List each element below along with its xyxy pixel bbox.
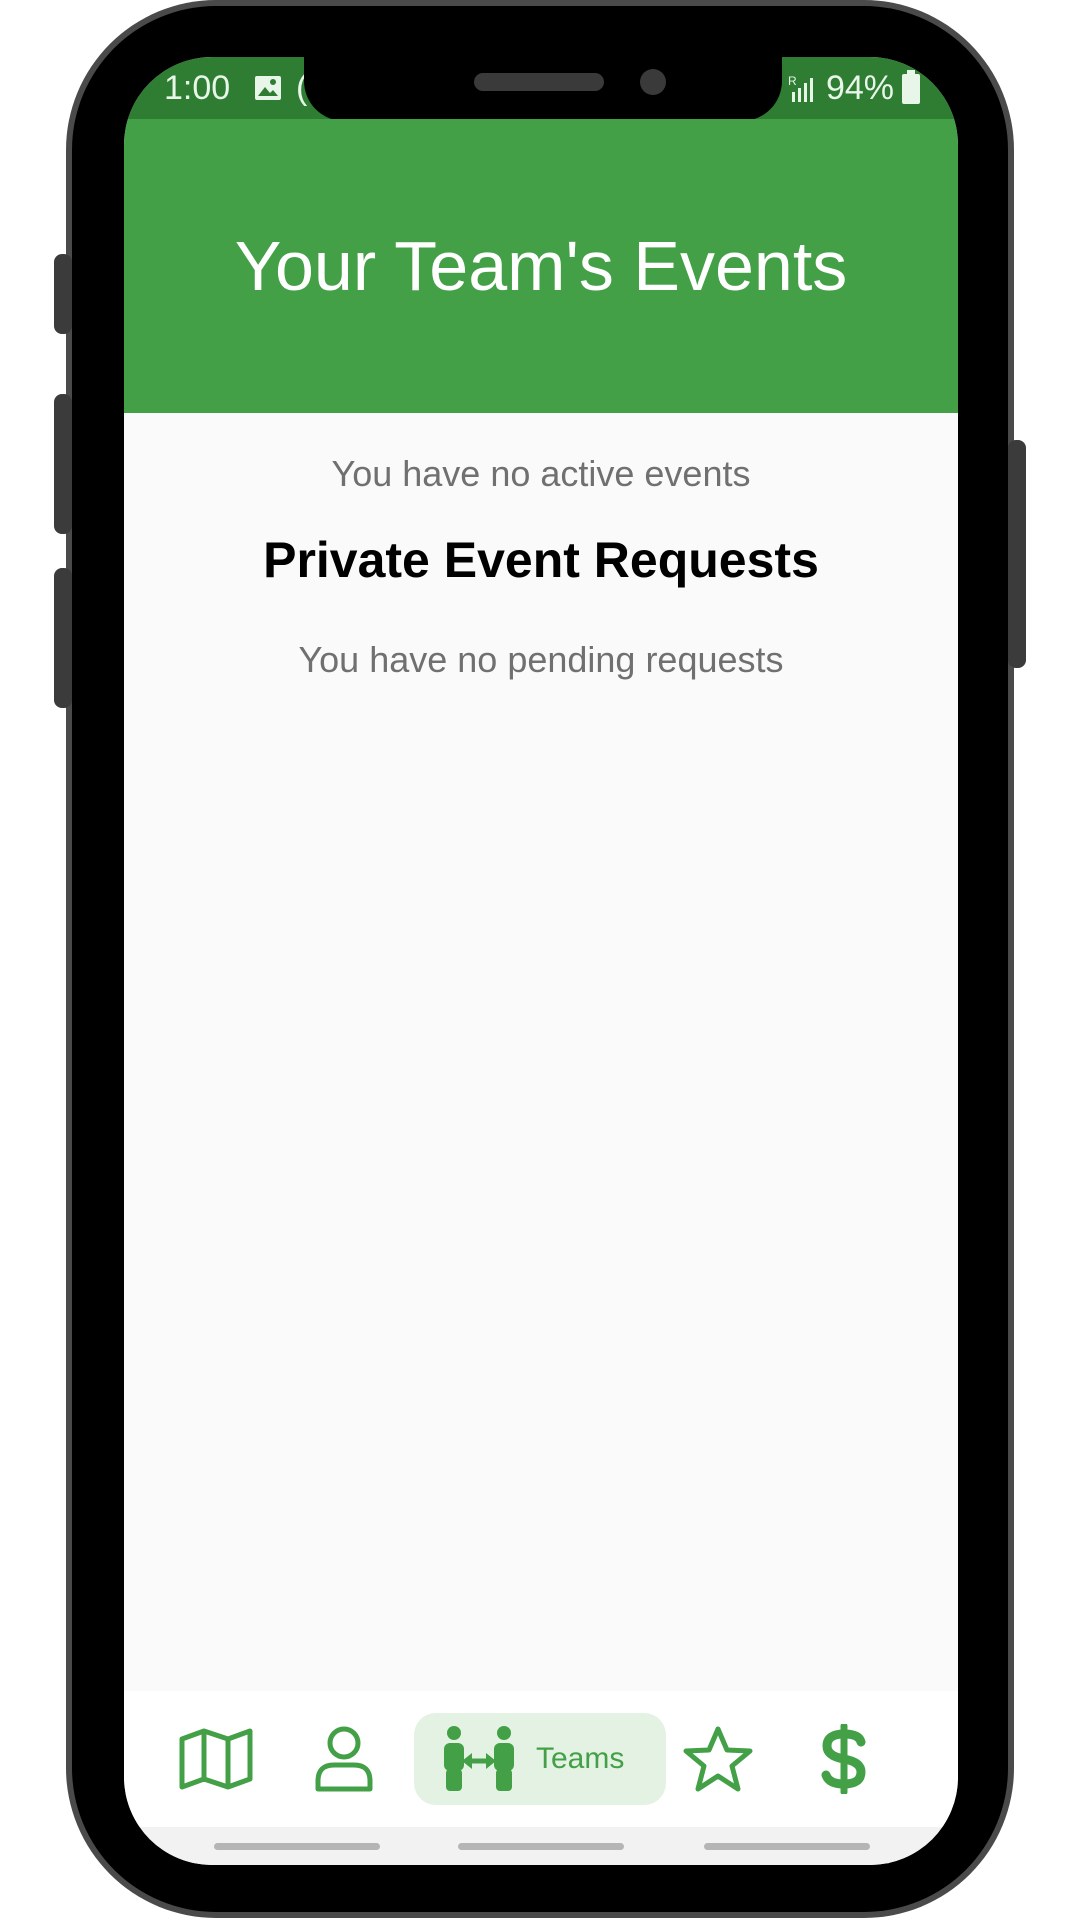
system-gesture-bar [124, 1827, 958, 1865]
teams-label: Teams [536, 1742, 625, 1775]
no-active-events-text: You have no active events [331, 453, 751, 494]
nav-favorites-button[interactable] [670, 1691, 766, 1827]
signal-icon: R [788, 74, 813, 102]
app-header: Your Team's Events [124, 119, 958, 413]
star-icon [683, 1726, 753, 1792]
bottom-navigation: Teams [124, 1691, 958, 1827]
power-button [1008, 440, 1026, 668]
recent-apps-button[interactable] [214, 1843, 380, 1850]
home-button[interactable] [458, 1843, 624, 1850]
image-notification-icon [255, 76, 281, 100]
screen: 1:00 ( R 94% Your Team's Events You have… [124, 57, 958, 1865]
nav-pricing-button[interactable] [796, 1691, 892, 1827]
battery-icon [902, 69, 920, 104]
camera-notch [304, 57, 782, 121]
volume-down-button [54, 568, 72, 708]
map-icon [179, 1728, 253, 1790]
side-button [54, 254, 72, 334]
battery-percentage: 94% [825, 69, 894, 107]
teams-active-pill: Teams [414, 1713, 666, 1805]
svg-text:R: R [788, 74, 797, 88]
person-icon [315, 1726, 373, 1792]
speaker [474, 73, 604, 91]
nav-profile-button[interactable] [294, 1691, 394, 1827]
back-button[interactable] [704, 1843, 870, 1850]
no-pending-requests-text: You have no pending requests [298, 639, 784, 680]
status-time: 1:00 [164, 69, 231, 107]
front-camera [640, 69, 666, 95]
dollar-icon [821, 1724, 866, 1794]
private-requests-heading: Private Event Requests [263, 532, 819, 588]
status-right: R 94% [788, 69, 920, 108]
nav-teams-button[interactable]: Teams [414, 1691, 666, 1827]
volume-up-button [54, 394, 72, 534]
page-title: Your Team's Events [234, 227, 848, 305]
teams-icon [444, 1726, 514, 1791]
nav-map-button[interactable] [168, 1691, 264, 1827]
